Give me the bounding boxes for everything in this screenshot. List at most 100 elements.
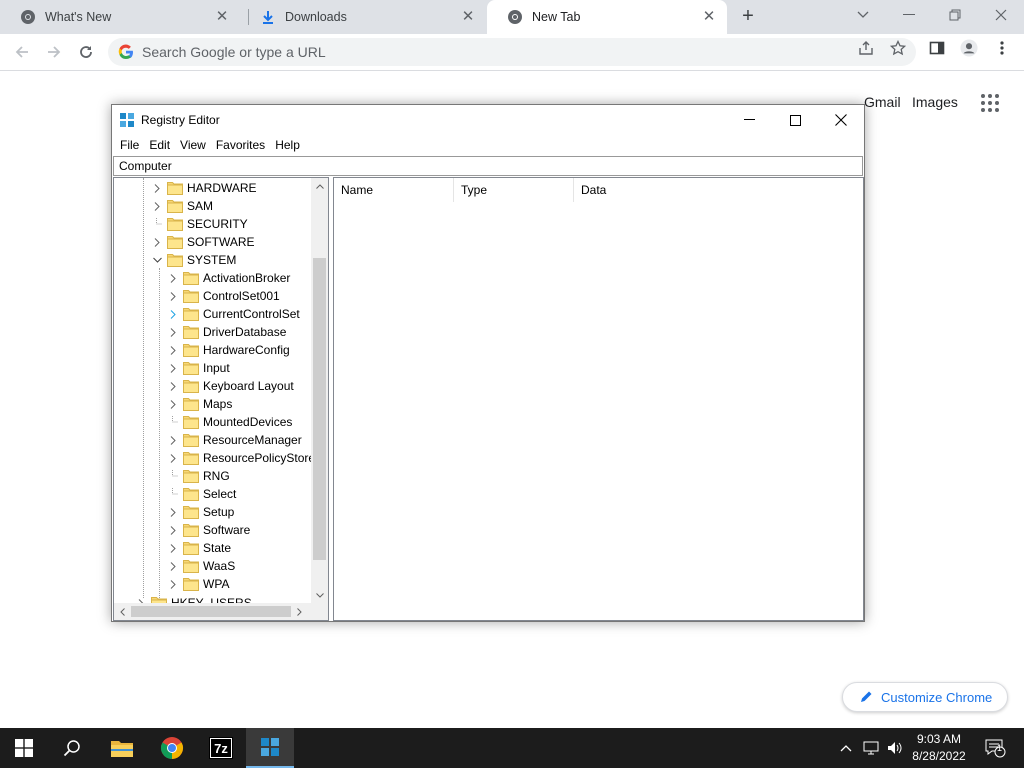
menu-kebab-icon[interactable] (993, 39, 1011, 57)
expand-chevron-icon[interactable] (167, 452, 179, 464)
expand-chevron-icon[interactable] (167, 308, 179, 320)
tab-new-tab[interactable]: New Tab ✕ (487, 0, 727, 34)
menu-view[interactable]: View (175, 135, 211, 155)
expand-chevron-icon[interactable] (167, 362, 179, 374)
tree-node[interactable]: WaaS (167, 557, 235, 575)
taskbar-regedit[interactable] (246, 728, 294, 768)
tree-vertical-scrollbar[interactable] (311, 178, 328, 604)
expand-chevron-icon[interactable] (151, 200, 163, 212)
volume-icon[interactable] (884, 728, 906, 768)
reload-button[interactable] (74, 40, 98, 64)
close-tab-icon[interactable]: ✕ (460, 9, 476, 25)
tree-node[interactable]: ControlSet001 (167, 287, 280, 305)
images-link[interactable]: Images (912, 94, 958, 110)
close-window-button[interactable] (978, 0, 1024, 30)
tree-node[interactable]: ResourceManager (167, 431, 302, 449)
tree-node[interactable]: SOFTWARE (151, 233, 255, 251)
omnibox-input[interactable] (142, 38, 822, 66)
tray-chevron-icon[interactable] (836, 728, 856, 768)
tree-horizontal-scrollbar[interactable] (114, 603, 328, 620)
registry-editor-titlebar[interactable]: Registry Editor (112, 105, 864, 135)
expand-chevron-icon[interactable] (167, 524, 179, 536)
expand-chevron-icon[interactable] (167, 290, 179, 302)
menu-file[interactable]: File (115, 135, 144, 155)
tree-node[interactable]: SYSTEM (151, 251, 236, 269)
collapse-chevron-icon[interactable] (151, 254, 163, 266)
share-icon[interactable] (857, 39, 875, 57)
regedit-close-button[interactable] (818, 105, 864, 135)
taskbar-file-explorer[interactable] (98, 728, 146, 768)
scroll-down-arrow[interactable] (311, 587, 328, 604)
expand-chevron-icon[interactable] (167, 560, 179, 572)
customize-chrome-button[interactable]: Customize Chrome (842, 682, 1008, 712)
menu-favorites[interactable]: Favorites (211, 135, 270, 155)
scroll-thumb[interactable] (313, 258, 326, 560)
regedit-maximize-button[interactable] (772, 105, 818, 135)
new-tab-button[interactable]: + (737, 5, 759, 27)
omnibox[interactable] (108, 38, 916, 66)
tree-node[interactable]: CurrentControlSet (167, 305, 300, 323)
menu-edit[interactable]: Edit (144, 135, 175, 155)
tree-node[interactable]: State (167, 539, 231, 557)
expand-chevron-icon[interactable] (167, 326, 179, 338)
minimize-button[interactable] (886, 0, 932, 30)
expand-chevron-icon[interactable] (151, 182, 163, 194)
bookmark-star-icon[interactable] (889, 39, 907, 57)
column-type-header[interactable]: Type (454, 178, 574, 202)
google-apps-icon[interactable] (981, 94, 999, 112)
taskbar-search-button[interactable] (48, 728, 96, 768)
tree-node[interactable]: RNG (167, 467, 230, 485)
restore-button[interactable] (932, 0, 978, 30)
tree-node[interactable]: Keyboard Layout (167, 377, 294, 395)
taskbar-chrome[interactable] (148, 728, 196, 768)
expand-chevron-icon[interactable] (167, 578, 179, 590)
network-icon[interactable] (860, 728, 882, 768)
tree-node[interactable]: HARDWARE (151, 179, 257, 197)
column-name-header[interactable]: Name (334, 178, 454, 202)
scroll-left-arrow[interactable] (114, 603, 131, 620)
taskbar-clock[interactable]: 9:03 AM 8/28/2022 (905, 731, 973, 765)
expand-chevron-icon[interactable] (151, 236, 163, 248)
taskbar-7zip[interactable]: 7z (197, 728, 245, 768)
start-button[interactable] (0, 728, 48, 768)
registry-tree[interactable]: HARDWARE SAM SECURITY SOFTWARE SYSTEM Activat… (113, 177, 329, 621)
tree-node[interactable]: Setup (167, 503, 234, 521)
tree-node[interactable]: HardwareConfig (167, 341, 290, 359)
tree-node[interactable]: Software (167, 521, 250, 539)
expand-chevron-icon[interactable] (167, 542, 179, 554)
expand-chevron-icon[interactable] (167, 272, 179, 284)
tree-node[interactable]: ResourcePolicyStore (167, 449, 315, 467)
notification-center-icon[interactable]: 1 (980, 728, 1010, 768)
close-tab-icon[interactable]: ✕ (214, 9, 230, 25)
close-tab-icon[interactable]: ✕ (701, 9, 717, 25)
expand-chevron-icon[interactable] (167, 398, 179, 410)
tree-node[interactable]: DriverDatabase (167, 323, 286, 341)
tab-downloads[interactable]: Downloads ✕ (240, 0, 486, 34)
tree-node[interactable]: MountedDevices (167, 413, 292, 431)
back-button[interactable] (10, 40, 34, 64)
expand-chevron-icon[interactable] (167, 434, 179, 446)
expand-chevron-icon[interactable] (167, 506, 179, 518)
tree-node[interactable]: Select (167, 485, 236, 503)
gmail-link[interactable]: Gmail (864, 94, 901, 110)
hscroll-thumb[interactable] (131, 606, 291, 617)
column-data-header[interactable]: Data (574, 178, 694, 202)
address-bar[interactable]: Computer (113, 156, 863, 176)
expand-chevron-icon[interactable] (167, 380, 179, 392)
tab-search-icon[interactable] (840, 0, 886, 30)
tree-node[interactable]: WPA (167, 575, 229, 593)
scroll-right-arrow[interactable] (291, 603, 308, 620)
tree-node[interactable]: Maps (167, 395, 232, 413)
expand-chevron-icon[interactable] (167, 344, 179, 356)
tree-node[interactable]: SECURITY (151, 215, 248, 233)
tab-whats-new[interactable]: What's New ✕ (0, 0, 240, 34)
forward-button[interactable] (42, 40, 66, 64)
tree-node[interactable]: Input (167, 359, 230, 377)
menu-help[interactable]: Help (270, 135, 305, 155)
values-list[interactable]: Name Type Data (333, 177, 864, 621)
profile-avatar[interactable] (960, 39, 978, 57)
tree-node[interactable]: ActivationBroker (167, 269, 290, 287)
scroll-up-arrow[interactable] (311, 178, 328, 195)
side-panel-icon[interactable] (928, 39, 946, 57)
regedit-minimize-button[interactable] (726, 105, 772, 135)
